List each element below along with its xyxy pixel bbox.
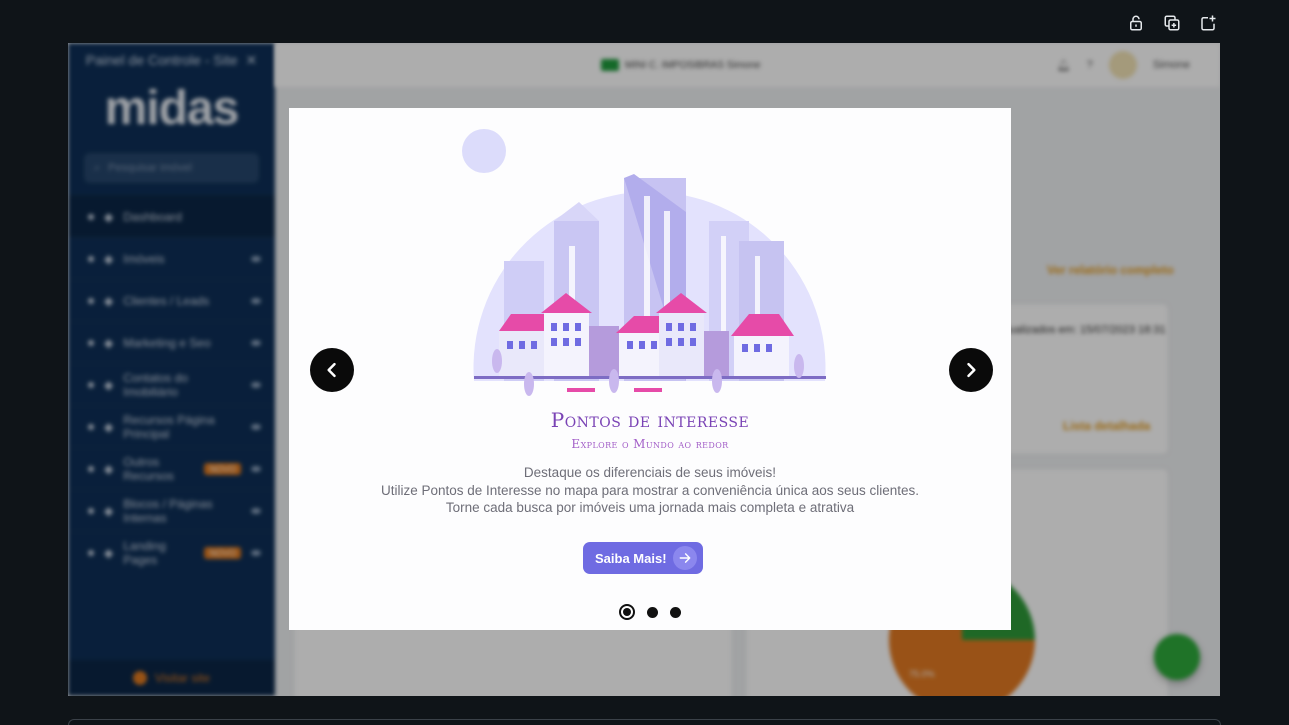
carousel-dot[interactable] (619, 604, 635, 620)
arrow-right-icon (673, 546, 697, 570)
description-line: Utilize Pontos de Interesse no mapa para… (380, 482, 920, 498)
carousel-dots (289, 604, 1011, 620)
modal-description: Destaque os diferenciais de seus imóveis… (289, 464, 1011, 517)
chevron-right-icon (967, 362, 976, 378)
description-line: Torne cada busca por imóveis uma jornada… (445, 500, 855, 515)
carousel-dot[interactable] (670, 606, 681, 618)
learn-more-label: Saiba Mais! (595, 550, 667, 566)
carousel-prev-button[interactable] (310, 348, 354, 392)
city-illustration (462, 129, 826, 396)
carousel-dot[interactable] (647, 606, 658, 618)
lock-icon[interactable] (1127, 12, 1145, 34)
learn-more-button[interactable]: Saiba Mais! (583, 542, 703, 574)
chevron-left-icon (327, 362, 336, 378)
modal-title: Pontos de interesse (550, 408, 750, 432)
feature-modal: Pontos de interesse Explore o Mundo ao r… (289, 108, 1011, 630)
modal-subtitle: Explore o Mundo ao redor (571, 437, 729, 451)
description-line: Destaque os diferenciais de seus imóveis… (523, 465, 777, 480)
carousel-next-button[interactable] (949, 348, 993, 392)
bottom-input-bar[interactable] (68, 719, 1221, 725)
new-tab-icon[interactable] (1199, 12, 1217, 34)
copy-icon[interactable] (1163, 12, 1181, 34)
window-toolbar (1127, 12, 1217, 34)
